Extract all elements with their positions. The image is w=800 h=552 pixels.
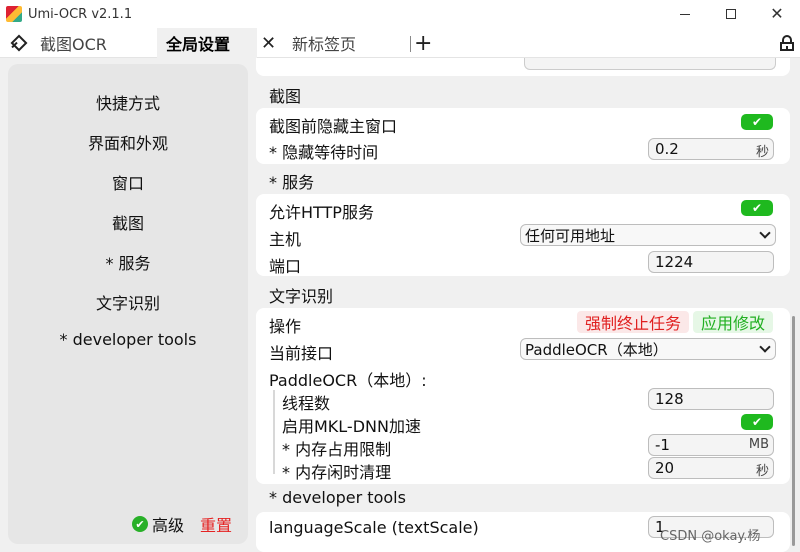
memory-limit-value: -1 — [655, 436, 670, 454]
section-title-developer-tools: * developer tools — [269, 488, 406, 507]
port-input[interactable]: 1224 — [648, 251, 774, 273]
close-window-button[interactable]: ✕ — [754, 0, 800, 28]
settings-content: 截图 截图前隐藏主窗口 ✔ * 隐藏等待时间 0.2 秒 * 服务 允许HTTP… — [256, 58, 790, 552]
close-icon: ✕ — [770, 4, 784, 23]
clipped-field — [524, 58, 776, 70]
title-bar: Umi-OCR v2.1.1 ✕ — [0, 0, 800, 28]
hide-main-window-label: 截图前隐藏主窗口 — [269, 117, 398, 136]
interface-value: PaddleOCR（本地） — [525, 340, 668, 359]
ocr-card: 操作 强制终止任务 应用修改 当前接口 PaddleOCR（本地） Paddle… — [256, 308, 790, 484]
hide-wait-time-value: 0.2 — [655, 140, 679, 158]
memory-clean-input[interactable]: 20 秒 — [648, 457, 774, 479]
memory-limit-label: * 内存占用限制 — [282, 440, 392, 459]
maximize-button[interactable] — [708, 0, 754, 28]
tab-global-settings[interactable]: 全局设置 — [157, 28, 257, 58]
app-logo-icon — [6, 6, 22, 22]
current-interface-label: 当前接口 — [269, 344, 334, 363]
hide-main-window-toggle[interactable]: ✔ — [741, 114, 773, 130]
mkldnn-label: 启用MKL-DNN加速 — [282, 417, 421, 436]
threads-input[interactable]: 128 — [648, 388, 774, 410]
hide-wait-time-input[interactable]: 0.2 秒 — [648, 138, 774, 160]
tab-label: 全局设置 — [166, 35, 231, 54]
memory-limit-unit: MB — [748, 437, 769, 452]
watermark-text: CSDN @okay.杨 — [660, 529, 761, 544]
memory-clean-label: * 内存闲时清理 — [282, 463, 392, 482]
tab-bar: 截图OCR 全局设置 ✕ 新标签页 + — [0, 28, 800, 58]
hide-wait-time-label: * 隐藏等待时间 — [269, 143, 379, 162]
threads-label: 线程数 — [282, 394, 331, 413]
lock-icon[interactable] — [779, 35, 795, 51]
vertical-scrollbar[interactable] — [792, 316, 795, 546]
tab-label: 新标签页 — [292, 35, 357, 54]
tab-screenshot-ocr[interactable]: 截图OCR — [0, 28, 156, 58]
group-indent-bar — [273, 390, 275, 474]
memory-clean-value: 20 — [655, 459, 675, 477]
language-scale-label: languageScale (textScale) — [269, 518, 479, 537]
screenshot-card: 截图前隐藏主窗口 ✔ * 隐藏等待时间 0.2 秒 — [256, 108, 790, 164]
memory-clean-unit: 秒 — [755, 464, 769, 479]
reset-button[interactable]: 重置 — [200, 512, 232, 536]
chevron-down-icon — [759, 227, 771, 239]
sidebar-item-shortcuts[interactable]: 快捷方式 — [8, 90, 248, 114]
host-value: 任何可用地址 — [525, 226, 616, 245]
pin-icon[interactable] — [10, 35, 26, 51]
operation-label: 操作 — [269, 317, 302, 336]
chevron-down-icon — [759, 341, 771, 353]
sidebar-item-window[interactable]: 窗口 — [8, 170, 248, 194]
sidebar-item-service[interactable]: * 服务 — [8, 250, 248, 274]
sidebar-item-appearance[interactable]: 界面和外观 — [8, 130, 248, 154]
sidebar-footer: ✔ 高级 重置 — [132, 512, 232, 536]
close-tab-icon[interactable]: ✕ — [261, 28, 276, 58]
apply-changes-button[interactable]: 应用修改 — [693, 311, 773, 333]
port-value: 1224 — [655, 253, 694, 271]
allow-http-toggle[interactable]: ✔ — [741, 200, 773, 216]
host-label: 主机 — [269, 230, 302, 249]
advanced-label[interactable]: 高级 — [152, 512, 184, 536]
section-title-service: * 服务 — [269, 173, 315, 192]
allow-http-label: 允许HTTP服务 — [269, 203, 374, 222]
host-select[interactable]: 任何可用地址 — [520, 224, 776, 246]
force-stop-button[interactable]: 强制终止任务 — [577, 311, 689, 333]
window-title: Umi-OCR v2.1.1 — [28, 6, 133, 22]
previous-section-card — [256, 58, 790, 76]
advanced-checkbox-icon[interactable]: ✔ — [132, 516, 148, 532]
sidebar-item-screenshot[interactable]: 截图 — [8, 210, 248, 234]
maximize-icon — [726, 9, 736, 19]
port-label: 端口 — [269, 257, 302, 276]
add-tab-icon[interactable]: + — [414, 28, 432, 58]
sidebar-item-ocr[interactable]: 文字识别 — [8, 290, 248, 314]
minimize-icon — [680, 13, 690, 15]
section-title-ocr: 文字识别 — [269, 287, 334, 306]
threads-value: 128 — [655, 390, 684, 408]
minimize-button[interactable] — [662, 0, 708, 28]
sidebar-item-developer-tools[interactable]: * developer tools — [8, 330, 248, 349]
hide-wait-time-unit: 秒 — [755, 145, 769, 160]
interface-select[interactable]: PaddleOCR（本地） — [520, 338, 776, 360]
section-title-screenshot: 截图 — [269, 87, 302, 106]
service-card: 允许HTTP服务 ✔ 主机 任何可用地址 端口 1224 — [256, 194, 790, 276]
paddleocr-group-label: PaddleOCR（本地）: — [269, 371, 427, 390]
tab-label: 截图OCR — [40, 35, 107, 54]
settings-sidebar: 快捷方式 界面和外观 窗口 截图 * 服务 文字识别 * developer t… — [8, 64, 248, 544]
mkldnn-toggle[interactable]: ✔ — [741, 414, 773, 430]
tab-divider — [410, 36, 411, 52]
tab-new-tab[interactable]: 新标签页 — [284, 28, 408, 58]
window-controls: ✕ — [662, 0, 800, 28]
memory-limit-input[interactable]: -1 MB — [648, 434, 774, 456]
